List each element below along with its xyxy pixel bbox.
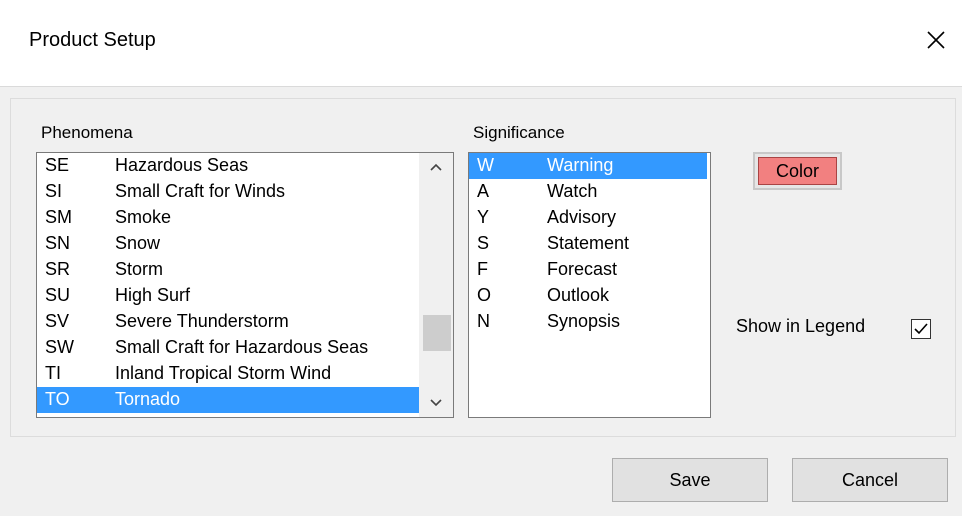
item-code: SU bbox=[45, 285, 71, 305]
significance-label: Significance bbox=[473, 123, 565, 142]
item-name: Warning bbox=[547, 155, 614, 175]
item-code: Y bbox=[477, 207, 490, 227]
list-item[interactable]: O Outlook bbox=[469, 283, 710, 309]
scrollbar-thumb[interactable] bbox=[423, 315, 451, 351]
significance-listbox[interactable]: W Warning A Watch Y Advisory S Statement F Foreca… bbox=[468, 152, 711, 418]
item-name: Tornado bbox=[115, 389, 181, 409]
list-item[interactable]: SW Small Craft for Hazardous Seas bbox=[37, 335, 419, 361]
list-item[interactable]: SM Smoke bbox=[37, 205, 419, 231]
item-code: N bbox=[477, 311, 490, 331]
item-name: Severe Thunderstorm bbox=[115, 311, 289, 331]
item-code: SR bbox=[45, 259, 71, 279]
phenomena-label: Phenomena bbox=[41, 123, 133, 142]
list-item[interactable]: S Statement bbox=[469, 231, 710, 257]
item-code: SM bbox=[45, 207, 72, 227]
item-code: F bbox=[477, 259, 488, 279]
show-in-legend-label: Show in Legend bbox=[736, 316, 866, 336]
show-in-legend-checkbox[interactable] bbox=[911, 319, 931, 339]
list-item[interactable]: F Forecast bbox=[469, 257, 710, 283]
color-button[interactable]: Color bbox=[753, 152, 842, 190]
item-name: Smoke bbox=[115, 207, 172, 227]
item-name: Small Craft for Winds bbox=[115, 181, 286, 201]
list-item[interactable]: SV Severe Thunderstorm bbox=[37, 309, 419, 335]
scroll-up-icon[interactable] bbox=[419, 153, 453, 181]
list-item[interactable]: A Watch bbox=[469, 179, 710, 205]
item-name: High Surf bbox=[115, 285, 191, 305]
item-name: Inland Tropical Storm Wind bbox=[115, 363, 332, 383]
item-code: TI bbox=[45, 363, 61, 383]
item-name: Watch bbox=[547, 181, 598, 201]
item-name: Small Craft for Hazardous Seas bbox=[115, 337, 369, 357]
item-code: SV bbox=[45, 311, 70, 331]
item-code: W bbox=[477, 155, 494, 175]
product-setup-dialog: Product Setup Phenomena SE Hazardous Seas… bbox=[0, 0, 962, 516]
item-name: Outlook bbox=[547, 285, 610, 305]
item-name: Storm bbox=[115, 259, 164, 279]
item-name: Forecast bbox=[547, 259, 618, 279]
list-item[interactable]: SR Storm bbox=[37, 257, 419, 283]
list-item[interactable]: SU High Surf bbox=[37, 283, 419, 309]
item-code: SW bbox=[45, 337, 74, 357]
close-icon[interactable] bbox=[918, 22, 954, 58]
item-name: Snow bbox=[115, 233, 161, 253]
phenomena-scrollbar[interactable] bbox=[419, 153, 453, 417]
list-item[interactable]: SE Hazardous Seas bbox=[37, 153, 419, 179]
item-name: Hazardous Seas bbox=[115, 155, 249, 175]
list-item[interactable]: TO Tornado bbox=[37, 387, 419, 413]
scroll-down-icon[interactable] bbox=[419, 389, 453, 417]
item-code: SI bbox=[45, 181, 63, 201]
list-item[interactable]: Y Advisory bbox=[469, 205, 710, 231]
save-button[interactable]: Save bbox=[612, 458, 768, 502]
color-swatch: Color bbox=[758, 157, 837, 185]
item-name: Advisory bbox=[547, 207, 617, 227]
item-code: SE bbox=[45, 155, 70, 175]
phenomena-listbox[interactable]: SE Hazardous Seas SI Small Craft for Winds S… bbox=[36, 152, 454, 418]
list-item[interactable]: SN Snow bbox=[37, 231, 419, 257]
item-code: A bbox=[477, 181, 490, 201]
item-code: O bbox=[477, 285, 492, 305]
cancel-button[interactable]: Cancel bbox=[792, 458, 948, 502]
item-code: S bbox=[477, 233, 490, 253]
list-item[interactable]: N Synopsis bbox=[469, 309, 710, 335]
item-code: SN bbox=[45, 233, 71, 253]
color-button-label: Color bbox=[775, 160, 819, 181]
checkmark-icon bbox=[914, 323, 928, 335]
list-item[interactable]: TI Inland Tropical Storm Wind bbox=[37, 361, 419, 387]
dialog-title: Product Setup bbox=[29, 29, 156, 51]
item-code: TO bbox=[45, 389, 70, 409]
title-bar: Product Setup bbox=[0, 0, 962, 87]
item-name: Statement bbox=[547, 233, 630, 253]
item-name: Synopsis bbox=[547, 311, 621, 331]
list-item[interactable]: SI Small Craft for Winds bbox=[37, 179, 419, 205]
list-item[interactable]: W Warning bbox=[469, 153, 707, 179]
